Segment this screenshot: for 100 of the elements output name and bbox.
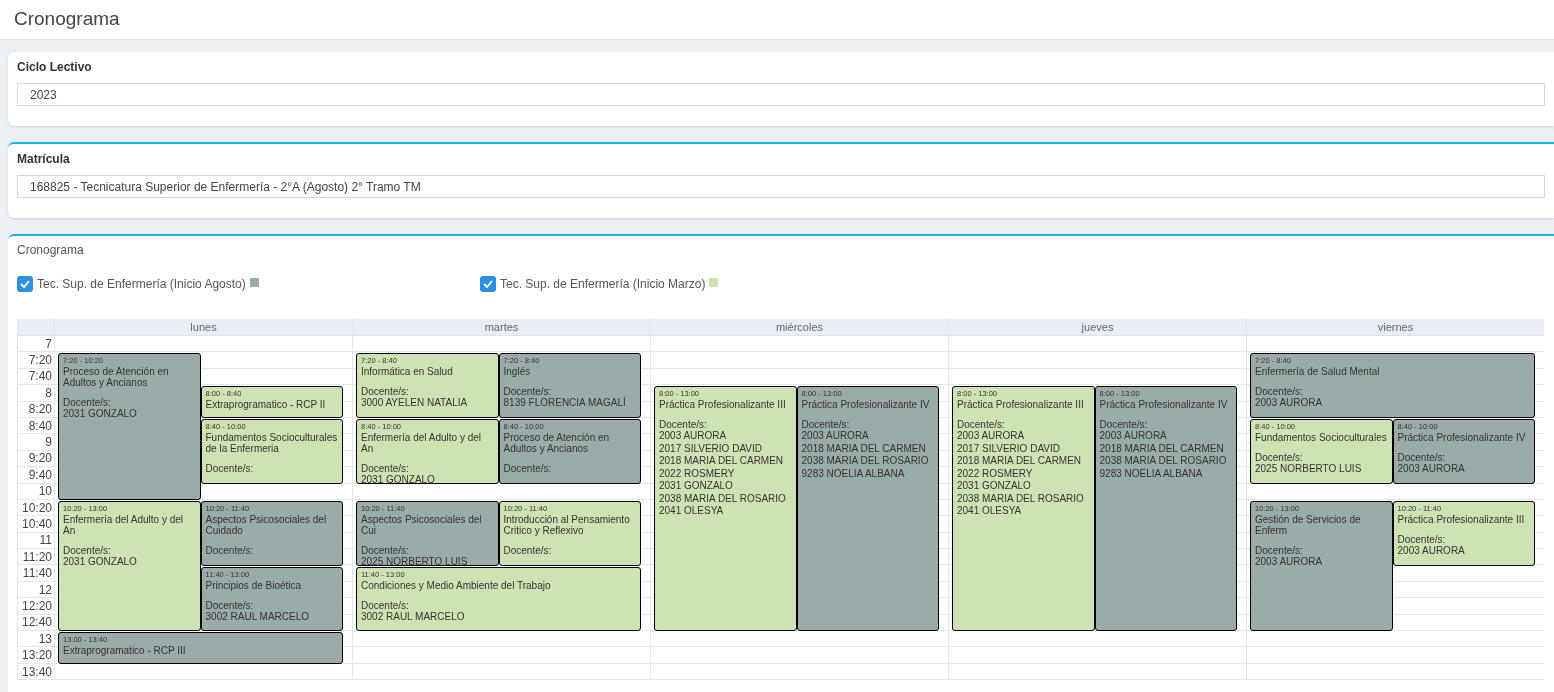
event-title: Enfermería del Adulto y del An — [62, 514, 185, 536]
teacher-name: 2017 SILVERIO DAVID — [956, 442, 1061, 456]
event-title: Aspectos Psicosociales del Cui — [360, 514, 483, 536]
event-title: Práctica Profesionalizante III — [956, 399, 1085, 411]
teacher-name: 2022 ROSMERY — [956, 467, 1034, 481]
docente-label: Docente/s: — [360, 545, 410, 556]
check-icon — [20, 280, 30, 288]
teacher-name: 3002 RAUL MARCELO — [360, 610, 466, 624]
teacher-name: 2038 MARIA DEL ROSARIO — [1099, 455, 1228, 468]
teacher-name: 2038 MARIA DEL ROSARIO — [658, 492, 787, 506]
docente-label: Docente/s: — [503, 545, 553, 556]
event-title: Extraprogramatico - RCP III — [62, 645, 187, 657]
teacher-name: 2031 GONZALO — [658, 480, 734, 493]
teacher-name: 2025 NORBERTO LUIS — [1254, 463, 1363, 476]
page-title: Cronograma — [14, 7, 120, 32]
event-title: Condiciones y Medio Ambiente del Trabajo — [360, 579, 552, 591]
time-label: 10:40 — [21, 518, 52, 530]
field-label: Matrícula — [17, 151, 71, 167]
teacher-name: 2003 AURORA — [1099, 430, 1168, 443]
docente-label: Docente/s: — [1254, 452, 1304, 463]
docente-label: Docente/s: — [205, 545, 255, 556]
teacher-name: 3002 RAUL MARCELO — [205, 610, 311, 624]
teacher-name: 2003 AURORA — [658, 430, 728, 443]
time-label: 8:20 — [28, 403, 52, 416]
time-label: 12:20 — [21, 599, 52, 612]
time-label: 7:20 — [28, 354, 52, 367]
docente-label: Docente/s: — [360, 463, 410, 474]
event-title: Fundamentos Socioculturales de la Enfermeria — [205, 432, 339, 454]
checkbox[interactable] — [480, 276, 496, 292]
event-title: Principios de Bioética — [205, 579, 303, 591]
field-label: Ciclo Lectivo — [17, 59, 93, 75]
docente-label: Docente/s: — [801, 419, 851, 431]
time-label: 9:40 — [28, 468, 52, 481]
teacher-name: 2041 OLESYA — [658, 505, 725, 518]
teacher-name: 2031 GONZALO — [956, 480, 1032, 493]
teacher-name: 3000 AYELEN NATALIA — [360, 397, 469, 410]
teacher-name: 2003 AURORA — [1397, 463, 1466, 476]
docente-label: Docente/s: — [205, 599, 255, 611]
teacher-name: 2003 AURORA — [1254, 397, 1324, 410]
teacher-name: 2038 MARIA DEL ROSARIO — [801, 455, 930, 468]
time-label: 8 — [45, 386, 52, 399]
teacher-name: 2018 MARIA DEL CARMEN — [658, 455, 785, 468]
time-label: 7 — [45, 337, 52, 350]
time-label: 13:20 — [21, 649, 52, 662]
event-title: Proceso de Atención en Adultos y Ancianos — [503, 432, 611, 454]
time-label: 12 — [38, 583, 52, 596]
time-label: 10 — [38, 485, 52, 498]
event-title: Proceso de Atención en Adultos y Ancianos — [62, 366, 170, 389]
legend-label: Tec. Sup. de Enfermería (Inicio Agosto) — [37, 276, 246, 293]
docente-label: Docente/s: — [1099, 419, 1149, 431]
checkbox[interactable] — [17, 276, 33, 292]
time-label: 13 — [38, 632, 52, 645]
teacher-name: 2003 AURORA — [1254, 556, 1324, 569]
section-title: Cronograma — [17, 242, 85, 258]
event-title: Extraprogramatico - RCP II — [205, 399, 327, 411]
check-icon — [483, 280, 493, 288]
time-label: 11:20 — [22, 550, 52, 563]
day-name: martes — [484, 319, 519, 335]
event-title: Aspectos Psicosociales del Cuidado — [205, 514, 328, 536]
legend-label: Tec. Sup. de Enfermería (Inicio Marzo) — [500, 276, 706, 293]
docente-label: Docente/s: — [503, 463, 553, 474]
day-name: viernes — [1377, 319, 1414, 335]
teacher-name: 2003 AURORA — [1397, 545, 1466, 558]
teacher-name: 2031 GONZALO — [360, 474, 436, 483]
event-title: Práctica Profesionalizante III — [1397, 514, 1526, 525]
teacher-name: 9283 NOELIA ALBANA — [1099, 467, 1204, 481]
time-label: 9 — [45, 436, 52, 449]
event-title: Fundamentos Socioculturales — [1254, 432, 1388, 443]
teacher-name: 2031 GONZALO — [62, 556, 138, 569]
teacher-name: 2038 MARIA DEL ROSARIO — [956, 492, 1085, 506]
docente-label: Docente/s: — [658, 419, 708, 431]
event-title: Enfermería del Adulto y del An — [360, 432, 483, 454]
teacher-name: 2041 OLESYA — [956, 505, 1023, 518]
teacher-name: 2031 GONZALO — [62, 408, 138, 421]
time-label: 9:20 — [28, 452, 52, 465]
time-label: 12:40 — [21, 616, 52, 629]
event-title: Práctica Profesionalizante III — [658, 399, 787, 411]
docente-label: Docente/s: — [205, 463, 255, 474]
select-field[interactable]: 168825 - Tecnicatura Superior de Enfermería - 2°A (Agosto) 2° Tramo TM — [17, 175, 1545, 198]
event-title: Inglés — [503, 366, 532, 378]
day-name: jueves — [1081, 319, 1114, 335]
docente-label: Docente/s: — [1254, 545, 1304, 556]
teacher-name: 2018 MARIA DEL CARMEN — [956, 455, 1083, 468]
time-label: 8:40 — [28, 419, 52, 432]
docente-label: Docente/s: — [62, 397, 112, 409]
teacher-name: 2017 SILVERIO DAVID — [658, 442, 763, 456]
day-name: lunes — [190, 319, 217, 335]
event-title: Enfermería de Salud Mental — [1254, 366, 1381, 378]
teacher-name: 2025 NORBERTO LUIS — [360, 556, 469, 565]
docente-label: Docente/s: — [956, 419, 1006, 431]
docente-label: Docente/s: — [360, 599, 410, 611]
time-label: 7:40 — [28, 370, 52, 383]
docente-label: Docente/s: — [62, 545, 112, 556]
event-title: Práctica Profesionalizante IV — [801, 399, 931, 411]
time-label: 10:20 — [21, 501, 52, 514]
teacher-name: 2003 AURORA — [801, 430, 870, 443]
select-field[interactable]: 2023 — [17, 83, 1545, 106]
docente-label: Docente/s: — [1397, 534, 1447, 545]
event-title: Informática en Salud — [360, 366, 454, 378]
teacher-name: 2018 MARIA DEL CARMEN — [1099, 442, 1225, 456]
